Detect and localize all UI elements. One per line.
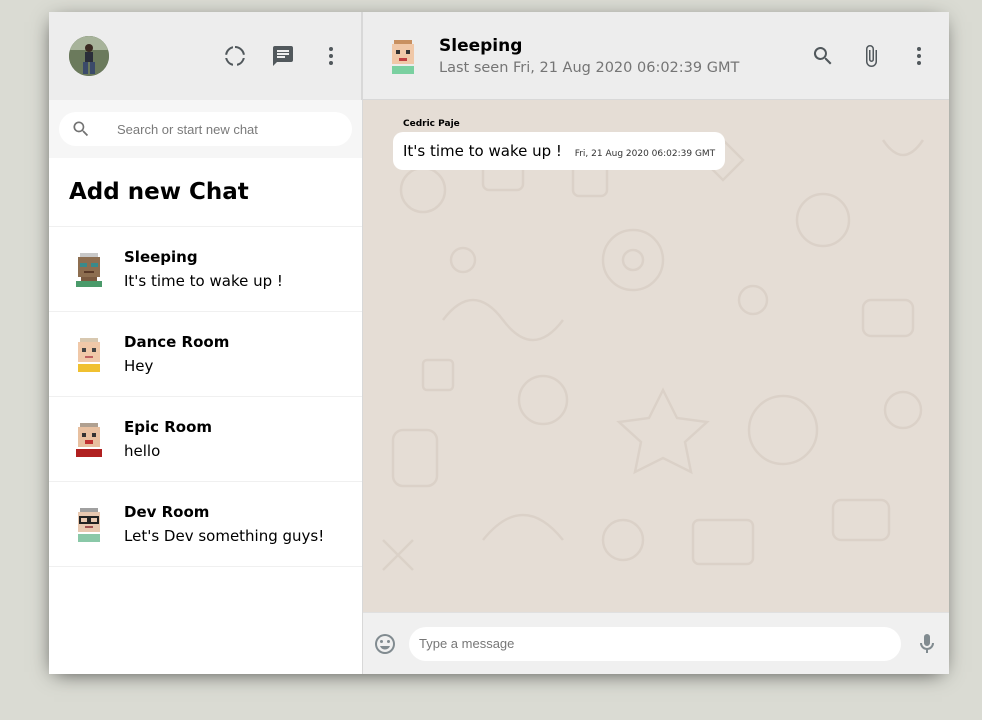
chat-name: Epic Room xyxy=(124,418,213,436)
chat-last-message: It's time to wake up ! xyxy=(124,272,283,290)
sidebar-menu-button[interactable] xyxy=(313,38,349,74)
chat-footer xyxy=(363,612,949,674)
message-text: It's time to wake up ! xyxy=(403,142,562,160)
emoji-icon xyxy=(375,633,395,654)
message-sender: Cedric Paje xyxy=(403,119,460,129)
chat-last-message: Hey xyxy=(124,357,154,375)
chat-item-epic-room[interactable]: Epic Room hello xyxy=(49,397,362,482)
search-container xyxy=(59,112,352,146)
chat-avatar xyxy=(69,334,109,374)
chat-last-message: hello xyxy=(124,442,161,460)
sidebar: Add new Chat Sleeping It' xyxy=(49,12,363,674)
search-messages-button[interactable] xyxy=(805,38,841,74)
user-avatar[interactable] xyxy=(69,36,109,76)
attach-button[interactable] xyxy=(853,38,889,74)
sidebar-header xyxy=(49,12,362,100)
message-bubble[interactable]: Cedric Paje It's time to wake up ! Fri, … xyxy=(393,119,726,170)
pixel-avatar-icon xyxy=(76,423,102,457)
pixel-avatar-icon xyxy=(76,253,102,287)
search-input[interactable] xyxy=(115,120,340,138)
chat-info: Dev Room Let's Dev something guys! xyxy=(124,503,324,545)
pixel-avatar-icon xyxy=(392,39,414,74)
sidebar-search xyxy=(49,100,362,158)
chat-header: Sleeping Last seen Fri, 21 Aug 2020 06:0… xyxy=(363,12,949,100)
chat-avatar xyxy=(69,504,109,544)
mic-button[interactable] xyxy=(915,632,939,656)
message-input[interactable] xyxy=(409,626,901,661)
chat-name: Sleeping xyxy=(124,248,198,266)
chat-title: Sleeping xyxy=(439,35,523,56)
emoji-button[interactable] xyxy=(373,632,397,656)
chat-menu-button[interactable] xyxy=(901,38,937,74)
doodle-background-icon xyxy=(382,138,925,571)
pixel-avatar-icon xyxy=(78,508,100,542)
chat-item-sleeping[interactable]: Sleeping It's time to wake up ! xyxy=(49,227,362,312)
search-icon xyxy=(73,121,89,137)
chat-header-avatar[interactable] xyxy=(383,36,423,76)
chat-last-message: Let's Dev something guys! xyxy=(124,527,325,545)
chat-name: Dance Room xyxy=(124,333,230,351)
chat-item-dance-room[interactable]: Dance Room Hey xyxy=(49,312,362,397)
add-new-chat-button[interactable]: Add new Chat xyxy=(49,158,362,227)
chat-info: Dance Room Hey xyxy=(124,333,229,375)
new-chat-button[interactable] xyxy=(265,38,301,74)
pixel-avatar-icon xyxy=(78,338,100,372)
chat-panel: Sleeping Last seen Fri, 21 Aug 2020 06:0… xyxy=(363,12,949,674)
search-icon xyxy=(813,46,832,64)
message-timestamp: Fri, 21 Aug 2020 06:02:39 GMT xyxy=(574,149,716,159)
chat-name: Dev Room xyxy=(124,503,210,521)
user-photo-icon xyxy=(69,36,109,76)
attach-icon xyxy=(866,44,877,67)
more-vertical-icon xyxy=(329,47,333,65)
sidebar-header-icons xyxy=(217,38,349,74)
add-new-chat-label: Add new Chat xyxy=(69,179,249,205)
chat-list: Add new Chat Sleeping It's time to wake … xyxy=(49,158,362,674)
mic-icon xyxy=(920,633,934,653)
message-area: Cedric Paje It's time to wake up ! Fri, … xyxy=(363,100,949,612)
more-vertical-icon xyxy=(917,46,921,65)
chat-info: Epic Room hello xyxy=(124,418,212,460)
chat-avatar xyxy=(69,249,109,289)
last-seen: Last seen Fri, 21 Aug 2020 06:02:39 GMT xyxy=(439,59,740,76)
status-icon xyxy=(225,46,245,66)
status-button[interactable] xyxy=(217,38,253,74)
chat-icon xyxy=(273,46,293,66)
app-window: Add new Chat Sleeping It' xyxy=(49,12,949,674)
chat-avatar xyxy=(69,419,109,459)
chat-header-icons xyxy=(805,38,937,74)
chat-header-info: Sleeping Last seen Fri, 21 Aug 2020 06:0… xyxy=(439,36,805,76)
chat-item-dev-room[interactable]: Dev Room Let's Dev something guys! xyxy=(49,482,362,567)
chat-info: Sleeping It's time to wake up ! xyxy=(124,248,283,290)
